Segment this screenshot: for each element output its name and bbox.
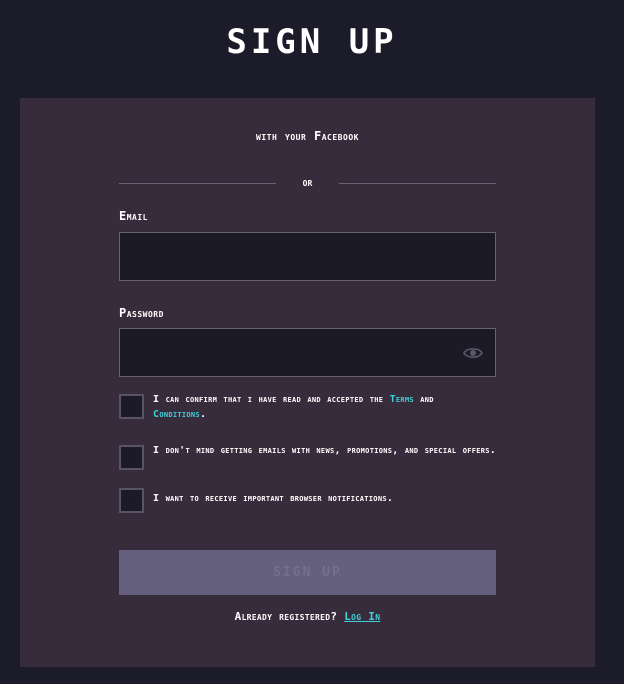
terms-and-text: and <box>413 394 434 405</box>
email-label: Email <box>119 209 148 223</box>
terms-checkbox-label: I can confirm that i have read and accep… <box>153 392 498 422</box>
page-title: SIGN UP <box>226 22 398 62</box>
conditions-link[interactable]: Conditions <box>153 409 200 420</box>
divider-or-text: or <box>302 176 313 189</box>
already-registered-text: Already registered? <box>234 610 338 623</box>
login-link[interactable]: Log In <box>344 610 380 623</box>
divider-line-left <box>119 183 276 184</box>
terms-link[interactable]: Terms <box>390 394 414 405</box>
email-input[interactable] <box>120 233 495 280</box>
signup-button[interactable]: SIGN UP <box>119 550 496 595</box>
password-label: Password <box>119 306 164 320</box>
eye-icon[interactable] <box>463 345 483 359</box>
notifications-checkbox-label: I want to receive important browser noti… <box>153 493 394 504</box>
login-prompt: Already registered? Log In <box>20 610 595 623</box>
facebook-signup-link[interactable]: with your Facebook <box>20 129 595 143</box>
signup-card: with your Facebook or Email Password I c… <box>20 98 595 667</box>
password-input[interactable] <box>120 329 495 376</box>
password-field-wrapper <box>119 328 496 377</box>
terms-period: . <box>199 409 207 420</box>
divider-line-right <box>339 183 496 184</box>
newsletter-checkbox-label: I don't mind getting emails with news, p… <box>153 445 497 456</box>
terms-checkbox[interactable] <box>119 394 144 419</box>
signup-page: SIGN UP with your Facebook or Email Pass… <box>0 0 624 684</box>
newsletter-checkbox[interactable] <box>119 445 144 470</box>
notifications-checkbox[interactable] <box>119 488 144 513</box>
or-divider: or <box>119 176 496 192</box>
terms-text: I can confirm that i have read and accep… <box>153 394 390 405</box>
email-field-wrapper <box>119 232 496 281</box>
